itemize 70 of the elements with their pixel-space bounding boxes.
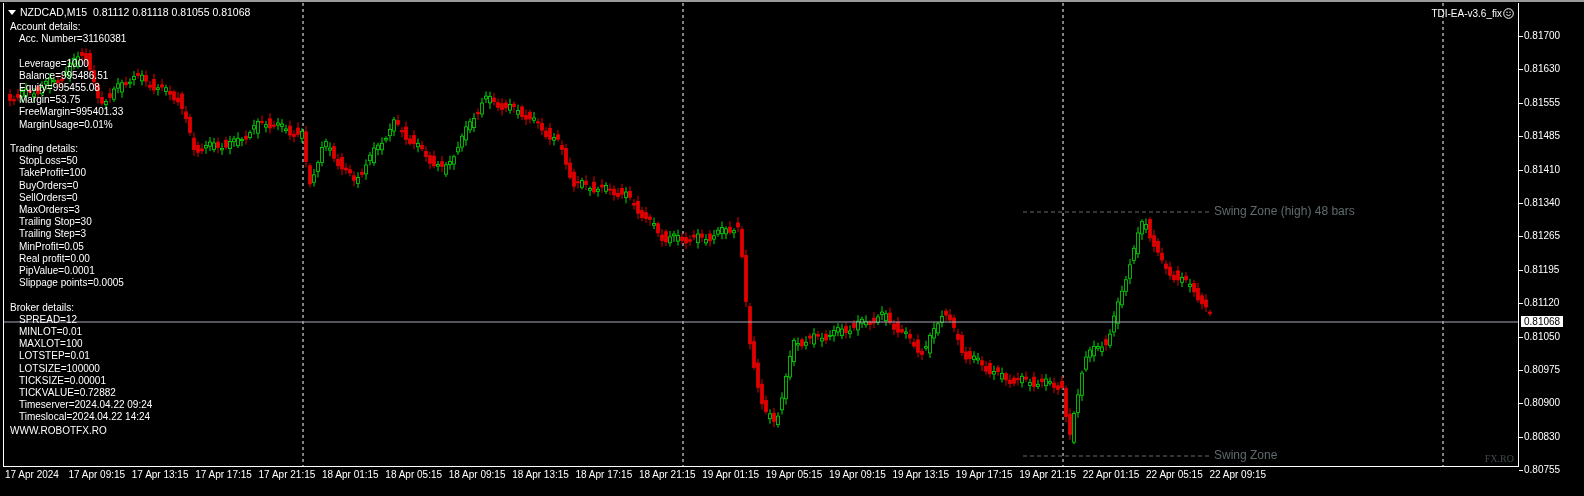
info-line: Trailing Stop=30 (18, 216, 93, 229)
info-line: MinProfit=0.05 (18, 240, 85, 253)
info-line: Real profit=0.00 (18, 252, 91, 266)
time-label: 19 Apr 05:15 (765, 468, 824, 482)
time-label: 18 Apr 21:15 (638, 468, 697, 482)
corner-text: FX.RO (1484, 453, 1514, 464)
time-label: 19 Apr 21:15 (1019, 468, 1077, 482)
price-tick: 0.81630 (1519, 63, 1561, 76)
symbol-quotes: NZDCAD,M15 0.81112 0.81118 0.81055 0.81068 (20, 6, 251, 18)
time-label: 22 Apr 01:15 (1082, 468, 1141, 482)
price-tick: 0.81340 (1519, 197, 1561, 209)
price-tick: 0.81195 (1519, 263, 1560, 276)
info-line: FreeMargin=995401.33 (18, 106, 125, 119)
info-line: TICKVALUE=0.72882 (18, 387, 117, 400)
time-label: 17 Apr 09:15 (68, 468, 127, 482)
dropdown-icon[interactable] (8, 9, 16, 15)
price-tick: 0.80975 (1519, 364, 1561, 376)
website-text: WWW.ROBOTFX.RO (10, 425, 107, 436)
time-label: 18 Apr 17:15 (575, 468, 634, 482)
info-line: Slippage points=0.0005 (18, 277, 125, 290)
price-tick: 0.80830 (1519, 430, 1561, 443)
price-tick: 0.81555 (1519, 96, 1561, 109)
time-label: 17 Apr 17:15 (195, 468, 253, 482)
time-label: 19 Apr 13:15 (892, 468, 951, 482)
time-label: 19 Apr 09:15 (829, 468, 887, 482)
time-label: 18 Apr 13:15 (512, 468, 570, 482)
price-tick: 0.81410 (1519, 163, 1561, 176)
swing-zone-label: Swing Zone (1214, 448, 1278, 462)
time-label: 18 Apr 09:15 (448, 468, 507, 482)
time-label: 19 Apr 01:15 (702, 468, 760, 482)
info-line: PipValue=0.0001 (18, 265, 96, 278)
info-line: TakeProfit=100 (18, 167, 87, 180)
info-line: Timeserver=2024.04.22 09:24 (18, 399, 153, 412)
time-label: 17 Apr 21:15 (258, 468, 317, 482)
info-line: MAXLOT=100 (18, 338, 84, 351)
info-line: Margin=53.75 (18, 94, 82, 107)
time-label: 17 Apr 2024 (5, 468, 60, 482)
info-line: LOTSTEP=0.01 (18, 350, 91, 363)
info-line: StopLoss=50 (18, 155, 79, 168)
price-tick: 0.80755 (1519, 464, 1561, 477)
info-line: SPREAD=12 (18, 313, 79, 327)
info-line: Trailing Step=3 (18, 228, 88, 241)
swing-zone-label: Swing Zone (high) 48 bars (1214, 204, 1355, 218)
info-line: BuyOrders=0 (18, 179, 80, 192)
time-label: 17 Apr 13:15 (131, 468, 190, 482)
section-heading: Trading details: (10, 143, 79, 156)
time-label: 19 Apr 17:15 (955, 468, 1014, 482)
info-line: Timeslocal=2024.04.22 14:24 (18, 411, 152, 424)
info-line: Acc. Number=31160381 (18, 33, 128, 46)
section-heading: Broker details: (10, 301, 75, 314)
price-tick: 0.81050 (1519, 330, 1561, 343)
info-line: MINLOT=0.01 (18, 326, 84, 339)
time-label: 18 Apr 01:15 (321, 468, 380, 482)
smiley-icon (1503, 8, 1514, 19)
price-tick: 0.81485 (1519, 130, 1561, 143)
time-label: 22 Apr 09:15 (1209, 468, 1268, 482)
info-line: TICKSIZE=0.00001 (18, 374, 107, 388)
info-line: SellOrders=0 (18, 191, 79, 204)
price-tick: 0.80900 (1519, 397, 1561, 410)
price-tick: 0.81265 (1519, 230, 1561, 243)
info-line: LOTSIZE=100000 (18, 362, 101, 375)
info-line: MaxOrders=3 (18, 204, 81, 217)
price-tick: 0.81700 (1519, 30, 1561, 42)
time-label: 22 Apr 05:15 (1146, 468, 1204, 482)
price-tick: 0.81120 (1519, 297, 1560, 310)
section-heading: Account details: (10, 21, 82, 34)
info-line: MarginUsage=0.01% (18, 118, 114, 131)
expert-name: TDI-EA-v3.6_fix (1431, 8, 1502, 19)
time-label: 18 Apr 05:15 (385, 468, 444, 482)
current-price-label: 0.81068 (1521, 316, 1564, 327)
